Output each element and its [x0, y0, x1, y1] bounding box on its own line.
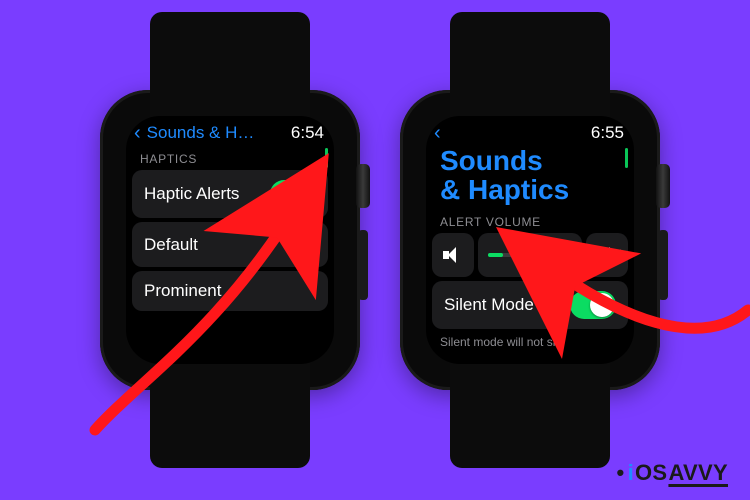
section-header-haptics: HAPTICS — [126, 146, 334, 170]
watermark-iosavvy: • i OS AVVY — [617, 460, 728, 486]
brand-rest: AVVY — [668, 460, 728, 486]
digital-crown[interactable] — [656, 164, 670, 208]
silent-mode-hint: Silent mode will not si- — [426, 333, 634, 351]
section-header-alert-volume: ALERT VOLUME — [426, 209, 634, 233]
chevron-left-icon[interactable]: ‹ — [434, 123, 443, 143]
back-label[interactable]: Sounds & H… — [147, 123, 255, 143]
row-label: Haptic Alerts — [144, 184, 262, 204]
title-line-2: & Haptics — [440, 175, 620, 204]
chevron-left-icon[interactable]: ‹ — [134, 123, 143, 143]
volume-up-button[interactable] — [586, 233, 628, 277]
watch-band-bottom — [150, 378, 310, 468]
volume-slider[interactable] — [478, 233, 582, 277]
page-title: Sounds & Haptics — [426, 146, 634, 209]
volume-down-button[interactable] — [432, 233, 474, 277]
screen-right: ‹ 6:55 Sounds & Haptics ALERT VOLUME — [426, 116, 634, 364]
watch-left: ‹ Sounds & H… 6:54 HAPTICS Haptic Alerts… — [100, 90, 360, 390]
watch-right: ‹ 6:55 Sounds & Haptics ALERT VOLUME — [400, 90, 660, 390]
scroll-indicator — [625, 148, 628, 168]
side-button[interactable] — [358, 230, 368, 300]
row-option-prominent[interactable]: Prominent — [132, 271, 328, 311]
volume-control — [432, 233, 628, 277]
watch-band-bottom — [450, 378, 610, 468]
screen-left: ‹ Sounds & H… 6:54 HAPTICS Haptic Alerts… — [126, 116, 334, 364]
canvas: ‹ Sounds & H… 6:54 HAPTICS Haptic Alerts… — [0, 0, 750, 500]
side-button[interactable] — [658, 230, 668, 300]
status-bar: ‹ Sounds & H… 6:54 — [126, 116, 334, 146]
title-line-1: Sounds — [440, 146, 620, 175]
speaker-low-icon — [443, 247, 463, 263]
toggle-haptic-alerts[interactable] — [270, 180, 316, 208]
watch-band-top — [150, 12, 310, 102]
scroll-indicator — [325, 148, 328, 168]
row-haptic-alerts[interactable]: Haptic Alerts — [132, 170, 328, 218]
digital-crown[interactable] — [356, 164, 370, 208]
row-label: Prominent — [144, 281, 316, 301]
toggle-silent-mode[interactable] — [570, 291, 616, 319]
row-label: Silent Mode — [444, 295, 562, 315]
row-label: Default — [144, 235, 291, 255]
brand-dot: • — [617, 460, 625, 486]
row-option-default[interactable]: Default ✓ — [132, 222, 328, 267]
clock: 6:54 — [291, 123, 324, 143]
brand-i: i — [628, 460, 634, 486]
clock: 6:55 — [591, 123, 624, 143]
speaker-high-icon — [597, 247, 617, 263]
row-silent-mode[interactable]: Silent Mode — [432, 281, 628, 329]
brand-os: OS — [635, 460, 667, 486]
status-bar: ‹ 6:55 — [426, 116, 634, 146]
watch-band-top — [450, 12, 610, 102]
checkmark-icon: ✓ — [299, 232, 316, 257]
